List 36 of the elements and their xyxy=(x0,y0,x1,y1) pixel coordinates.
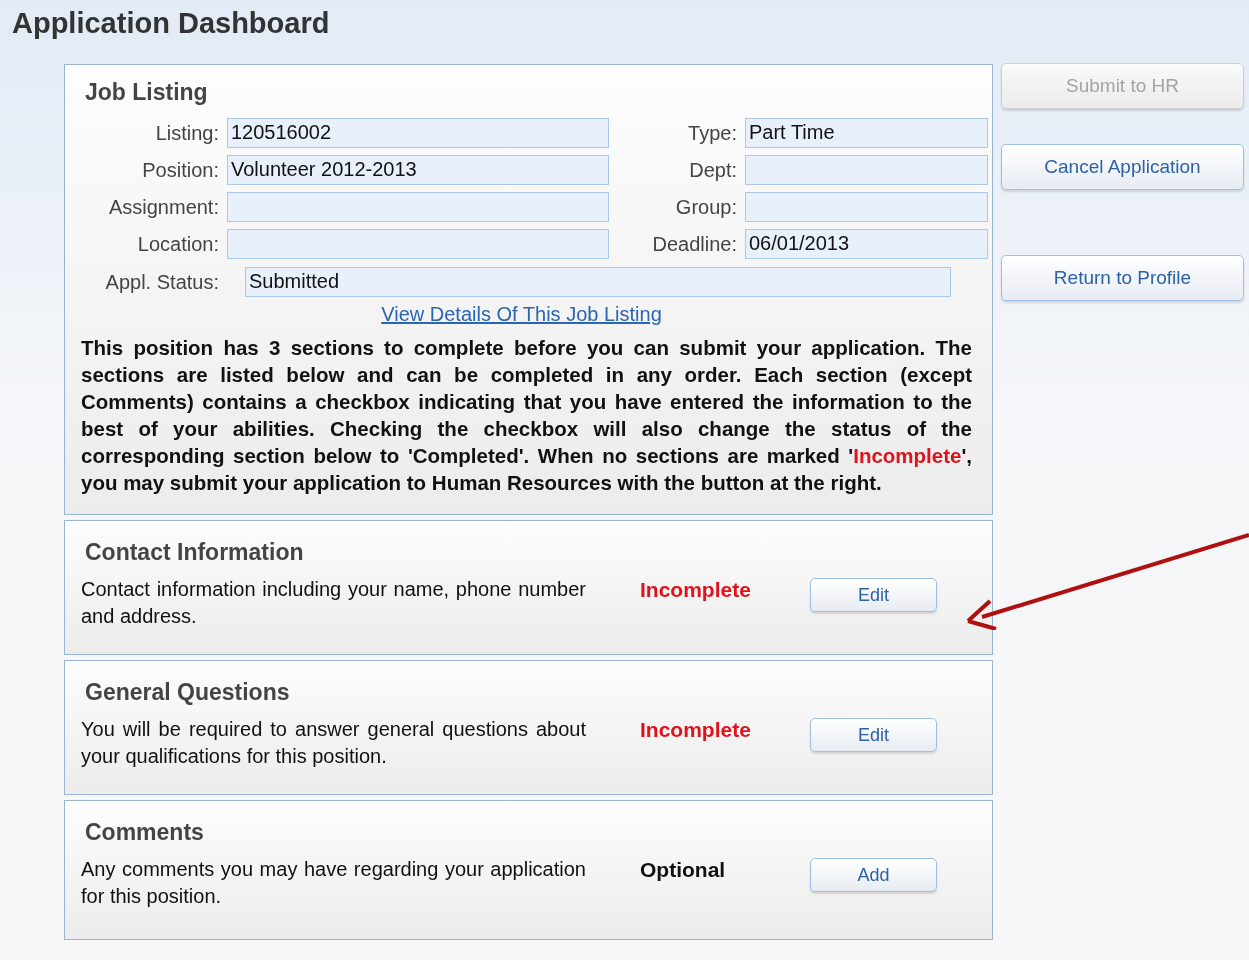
field-label: Dept: xyxy=(688,158,737,182)
text-field[interactable] xyxy=(227,192,609,222)
instructions-paragraph: This position has 3 sections to complete before you can submit your application. The sections are listed below and can be completed in any order. Each section (except Comments) contains a checkbox indicating that you have entered the information to the best of your abilities. Checking the checkbox will also change the status of the corresponding section below to 'Completed'. When no sections are marked 'Incomplete', you may submit your application to Human Resources with the button at the right. xyxy=(81,335,972,496)
section-status: Optional xyxy=(640,857,727,883)
section-description: Contact information including your name, phone number and address. xyxy=(81,577,586,629)
section-button[interactable]: Add xyxy=(810,858,937,892)
action-button[interactable]: Return to Profile xyxy=(1001,255,1244,301)
field-label: Type: xyxy=(687,121,737,145)
section-button[interactable]: Edit xyxy=(810,718,937,752)
section-title: Contact Information xyxy=(85,539,305,566)
field-label: Deadline: xyxy=(651,232,737,256)
section-title: Comments xyxy=(85,819,205,846)
text-field[interactable]: 06/01/2013 xyxy=(745,229,988,259)
panel-title: Job Listing xyxy=(85,79,209,106)
field-label: Appl. Status: xyxy=(104,270,219,294)
text-field[interactable] xyxy=(227,229,609,259)
section-status: Incomplete xyxy=(640,577,752,603)
field-label: Assignment: xyxy=(107,195,219,219)
field-label: Group: xyxy=(674,195,737,219)
action-button[interactable]: Cancel Application xyxy=(1001,144,1244,190)
details-link[interactable]: View Details Of This Job Listing xyxy=(381,303,662,326)
text-field[interactable]: Submitted xyxy=(245,267,951,297)
section-button[interactable]: Edit xyxy=(810,578,937,612)
text-field[interactable] xyxy=(745,155,988,185)
section-title: General Questions xyxy=(85,679,291,706)
section-description: You will be required to answer general questions about your qualifications for this position. xyxy=(81,717,586,769)
field-label: Listing: xyxy=(154,121,219,145)
text-field[interactable]: Volunteer 2012-2013 xyxy=(227,155,609,185)
text-field[interactable] xyxy=(745,192,988,222)
section-status: Incomplete xyxy=(640,717,752,743)
field-label: Location: xyxy=(136,232,219,256)
page-title: Application Dashboard xyxy=(11,6,331,40)
text-field[interactable]: Part Time xyxy=(745,118,988,148)
section-description: Any comments you may have regarding your application for this position. xyxy=(81,857,586,909)
text-field[interactable]: 120516002 xyxy=(227,118,609,148)
field-label: Position: xyxy=(141,158,219,182)
